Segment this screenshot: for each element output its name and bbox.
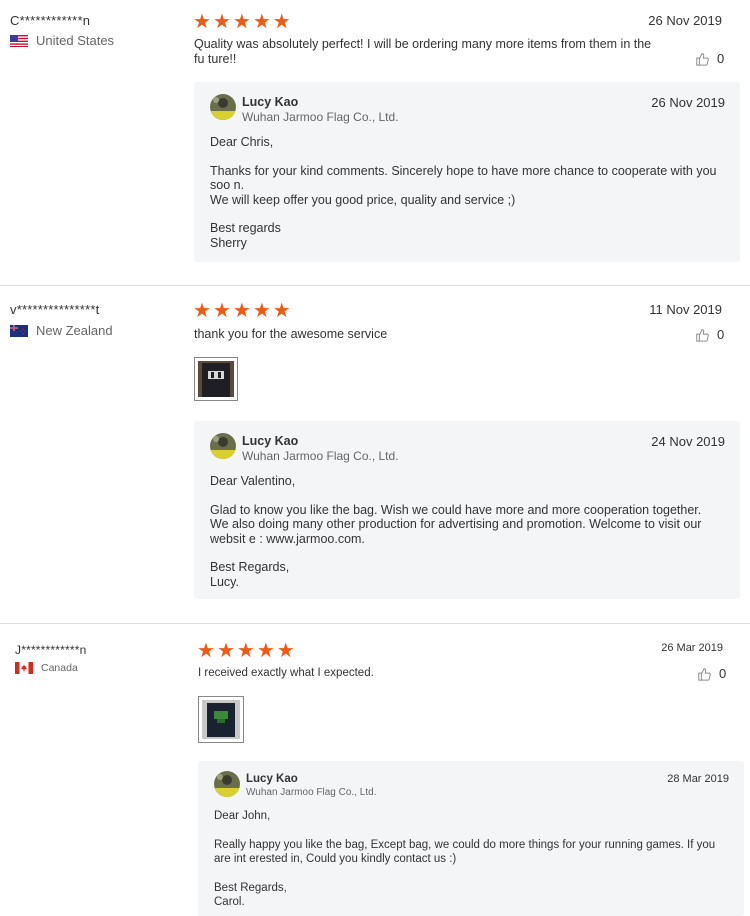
bag-photo-image [202,700,240,739]
country-label: New Zealand [36,323,113,338]
reply-line: We also doing many other production for … [210,517,702,546]
star-icon: ★ [256,640,275,662]
reply-date: 28 Mar 2019 [667,773,729,785]
reply-closing: Best Regards, [214,881,287,894]
star-icon: ★ [232,300,251,322]
review-text: I received exactly what I expected. [198,667,374,679]
star-icon: ★ [236,640,255,662]
reply-line: Thanks for your kind comments. Sincerely… [210,163,717,193]
star-icon: ★ [276,640,295,662]
seller-name: Lucy Kao [242,95,299,109]
reply-signature: Sherry [210,235,247,250]
star-icon: ★ [252,300,271,322]
review-photo[interactable] [194,357,238,401]
reply-greeting: Dear Valentino, [210,474,296,488]
reply-greeting: Dear John, [214,810,271,822]
reply-signature: Carol. [214,896,245,908]
reply-line: Really happy you like the bag, Except ba… [214,838,716,866]
like-button[interactable]: 0 [697,666,726,681]
like-count: 0 [719,666,727,681]
seller-name: Lucy Kao [242,434,299,448]
reply-closing: Best regards [210,221,281,235]
reviewer-username: v***************t [10,302,100,317]
star-icon: ★ [193,300,211,322]
star-icon: ★ [212,11,231,33]
reply-greeting: Dear Chris, [210,135,274,149]
thumbs-up-icon [696,328,709,342]
reviewer-country: Canada [15,662,78,674]
reply-line: Glad to know you like the bag. Wish we c… [210,502,702,517]
seller-name: Lucy Kao [246,773,298,785]
star-icon: ★ [193,11,211,33]
review-date: 26 Mar 2019 [661,642,723,654]
reply-message: Dear Chris, Thanks for your kind comment… [210,135,725,250]
reply-date: 24 Nov 2019 [651,434,725,449]
star-rating: ★ ★ ★ ★ ★ [193,12,291,32]
country-label: Canada [41,662,78,674]
review-date: 26 Nov 2019 [648,13,722,28]
seller-company: Wuhan Jarmoo Flag Co., Ltd. [246,787,377,798]
reviewer-username: C************n [10,13,91,28]
star-rating: ★ ★ ★ ★ ★ [197,641,295,661]
review-date: 11 Nov 2019 [649,302,722,317]
star-icon: ★ [272,11,291,33]
star-icon: ★ [232,11,251,33]
star-icon: ★ [252,11,271,33]
reviewer-country: New Zealand [10,323,113,338]
reply-message: Dear Valentino, Glad to know you like th… [210,474,725,589]
seller-reply: Lucy Kao Wuhan Jarmoo Flag Co., Ltd. 28 … [198,761,744,916]
star-icon: ★ [197,640,215,662]
review-item: J************n Canada ★ ★ ★ ★ ★ I received e… [0,624,750,916]
seller-reply: Lucy Kao Wuhan Jarmoo Flag Co., Ltd. 26 … [194,82,740,262]
reviewer-country: United States [10,33,114,48]
seller-company: Wuhan Jarmoo Flag Co., Ltd. [242,110,399,124]
thumbs-up-icon [698,667,711,681]
star-icon: ★ [216,640,235,662]
avatar [210,94,236,120]
reviewer-username: J************n [15,643,87,657]
seller-company: Wuhan Jarmoo Flag Co., Ltd. [242,449,399,463]
reply-line: We will keep offer you good price, quali… [210,192,516,207]
reply-closing: Best Regards, [210,560,290,574]
country-label: United States [36,33,115,48]
flag-canada-icon [15,662,33,674]
like-button[interactable]: 0 [695,51,724,66]
review-text: Quality was absolutely perfect! I will b… [194,37,652,66]
review-item: v***************t New Zealand ★ ★ ★ ★ ★ than… [0,286,750,624]
like-count: 0 [717,327,725,342]
seller-reply: Lucy Kao Wuhan Jarmoo Flag Co., Ltd. 24 … [194,421,740,599]
review-text: thank you for the awesome service [194,327,388,341]
bag-photo-image [198,361,234,397]
thumbs-up-icon [696,52,709,66]
avatar [210,433,236,459]
review-item: C************n United States ★ ★ ★ ★ ★ Quali… [0,0,750,286]
star-rating: ★ ★ ★ ★ ★ [193,301,291,321]
star-icon: ★ [212,300,231,322]
flag-us-icon [10,34,28,47]
avatar [214,771,240,797]
flag-nz-icon [10,324,28,337]
review-photo[interactable] [198,696,244,743]
star-icon: ★ [272,300,291,322]
like-count: 0 [717,51,725,66]
reply-date: 26 Nov 2019 [651,95,725,110]
reply-message: Dear John, Really happy you like the bag… [214,809,729,910]
like-button[interactable]: 0 [695,327,724,342]
reply-signature: Lucy. [210,574,239,589]
